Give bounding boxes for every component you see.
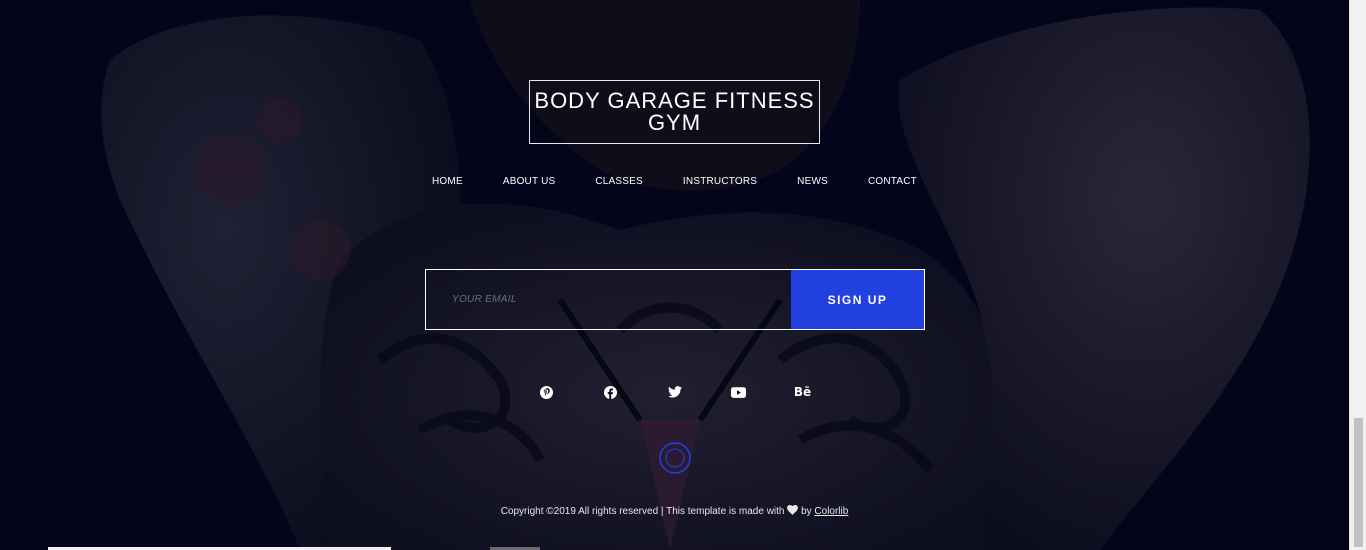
behance-icon[interactable]: Bē (771, 384, 835, 400)
vertical-scrollbar[interactable] (1349, 0, 1366, 550)
nav-item-instructors[interactable]: INSTRUCTORS (663, 176, 777, 188)
email-input[interactable] (426, 270, 791, 329)
sign-up-button[interactable]: SIGN UP (791, 270, 924, 329)
nav-item-classes[interactable]: CLASSES (575, 176, 663, 188)
twitter-icon[interactable] (643, 384, 707, 400)
heart-icon (787, 505, 799, 515)
scrollbar-thumb[interactable] (1354, 418, 1363, 547)
social-links: Bē (0, 384, 1349, 400)
site-logo[interactable]: BODY GARAGE FITNESS GYM (529, 80, 820, 144)
pinterest-icon[interactable] (515, 384, 579, 400)
nav-item-home[interactable]: HOME (412, 176, 483, 188)
copyright-prefix: Copyright ©2019 All rights reserved | Th… (500, 506, 785, 517)
youtube-icon[interactable] (707, 384, 771, 400)
facebook-icon[interactable] (579, 384, 643, 400)
newsletter-form: SIGN UP (425, 269, 925, 330)
nav-item-about-us[interactable]: ABOUT US (483, 176, 576, 188)
copyright-text: Copyright ©2019 All rights reserved | Th… (0, 505, 1349, 517)
footer-section: BODY GARAGE FITNESS GYM HOME ABOUT US CL… (0, 0, 1349, 550)
colorlib-link[interactable]: Colorlib (814, 506, 848, 517)
by-text: by (801, 506, 812, 517)
footer-nav: HOME ABOUT US CLASSES INSTRUCTORS NEWS C… (0, 176, 1349, 188)
nav-item-contact[interactable]: CONTACT (848, 176, 937, 188)
nav-item-news[interactable]: NEWS (777, 176, 848, 188)
site-title: BODY GARAGE FITNESS GYM (534, 88, 815, 135)
